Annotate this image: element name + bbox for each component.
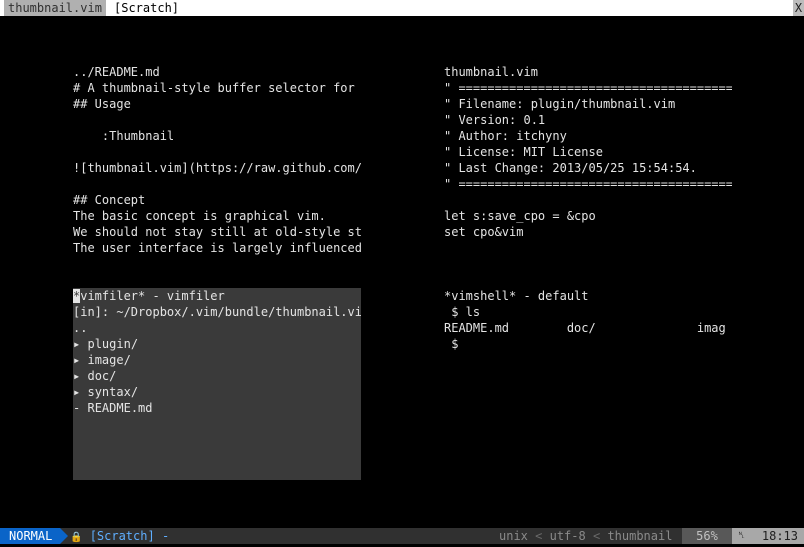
thumb-line: The user interface is largely influenced <box>73 241 361 255</box>
filetype: thumbnail <box>607 529 673 543</box>
thumb-line: [in]: ~/Dropbox/.vim/bundle/thumbnail.vi… <box>73 305 361 319</box>
fileformat: unix <box>499 529 528 543</box>
thumb-line: ../README.md <box>73 65 160 79</box>
thumb-line: We should not stay still at old-style st… <box>73 225 361 239</box>
tree-item-label: README.md <box>87 401 153 415</box>
thumb-line: let s:save_cpo = &cpo <box>444 209 596 223</box>
separator-icon: < <box>592 529 601 543</box>
close-tab-button[interactable]: X <box>793 0 804 16</box>
percent-indicator: 56% <box>682 528 732 544</box>
thumbnail-vimfiler[interactable]: *vimfiler* - vimfiler [in]: ~/Dropbox/.v… <box>73 288 361 480</box>
file-dash-icon: - <box>73 401 81 415</box>
tree-item: ▸ image/ <box>73 352 361 368</box>
thumb-line: " ====================================== <box>444 177 732 191</box>
thumb-line <box>73 176 361 192</box>
tree-item: ▸ plugin/ <box>73 336 361 352</box>
lock-icon: 🔒 <box>70 532 83 543</box>
encoding: utf-8 <box>549 529 586 543</box>
tab-thumbnail-vim[interactable]: thumbnail.vim <box>4 0 106 16</box>
thumbnail-readme[interactable]: ../README.md # A thumbnail-style buffer … <box>73 64 361 256</box>
thumb-line: .. <box>73 321 88 335</box>
thumbnail-vimshell[interactable]: *vimshell* - default $ ls README.md doc/… <box>444 288 732 480</box>
thumb-line: " Filename: plugin/thumbnail.vim <box>444 97 676 111</box>
cursor-position: 18:13 <box>761 529 798 543</box>
mode-indicator: NORMAL <box>0 528 60 544</box>
tree-item-label: syntax/ <box>87 385 139 399</box>
thumb-line: $ ls <box>444 305 481 319</box>
tree-item-label: image/ <box>87 353 131 367</box>
thumb-line: ## Concept <box>73 193 146 207</box>
thumb-line: thumbnail.vim <box>444 65 538 79</box>
tabline: thumbnail.vim [Scratch] X <box>0 0 804 16</box>
thumb-line <box>444 192 732 208</box>
tree-item-label: plugin/ <box>87 337 139 351</box>
separator-icon: < <box>535 529 543 543</box>
position-indicator: ␤ 18:13 <box>732 528 804 544</box>
thumb-line: ## Usage <box>73 97 131 111</box>
thumb-line: *vimfiler* - vimfiler <box>73 288 361 304</box>
mode-separator <box>60 528 68 544</box>
thumb-line <box>73 144 361 160</box>
thumbnail-thumbnail-vim[interactable]: thumbnail.vim " ========================… <box>444 64 732 256</box>
arrow-right-icon: ▸ <box>73 369 81 383</box>
arrow-right-icon: ▸ <box>73 337 81 351</box>
thumb-line: *vimshell* - default <box>444 289 589 303</box>
tree-item: - README.md <box>73 400 361 416</box>
thumb-line: " ====================================== <box>444 81 732 95</box>
tree-item: ▸ doc/ <box>73 368 361 384</box>
line-number-icon: ␤ <box>738 531 746 541</box>
thumb-line: " Version: 0.1 <box>444 113 546 127</box>
buffer-name: [Scratch] <box>89 529 155 543</box>
thumb-line <box>73 112 361 128</box>
thumb-line: " License: MIT License <box>444 145 603 159</box>
thumb-line: ![thumbnail.vim](https://raw.github.com/… <box>73 161 361 175</box>
tab-scratch[interactable]: [Scratch] <box>110 0 184 16</box>
arrow-right-icon: ▸ <box>73 353 81 367</box>
tree-item-label: doc/ <box>87 369 117 383</box>
thumb-line: The basic concept is graphical vim. <box>73 209 326 223</box>
tree-item: ▸ syntax/ <box>73 384 361 400</box>
thumb-line: :Thumbnail <box>73 129 175 143</box>
arrow-right-icon: ▸ <box>73 385 81 399</box>
thumb-line: " Author: itchyny <box>444 129 567 143</box>
thumb-line: $ <box>444 337 459 351</box>
vimfiler-title: vimfiler* - vimfiler <box>80 289 225 303</box>
buffer-suffix: - <box>161 529 170 543</box>
thumb-line: set cpo&vim <box>444 225 524 239</box>
thumb-line: " Last Change: 2013/05/25 15:54:54. <box>444 161 697 175</box>
thumb-line: # A thumbnail-style buffer selector for … <box>73 81 361 95</box>
thumb-line: README.md doc/ imag <box>444 321 726 335</box>
statusline: NORMAL 🔒 [Scratch] - unix < utf-8 < thum… <box>0 528 804 544</box>
fileformat-section: unix < utf-8 < thumbnail <box>499 528 672 544</box>
